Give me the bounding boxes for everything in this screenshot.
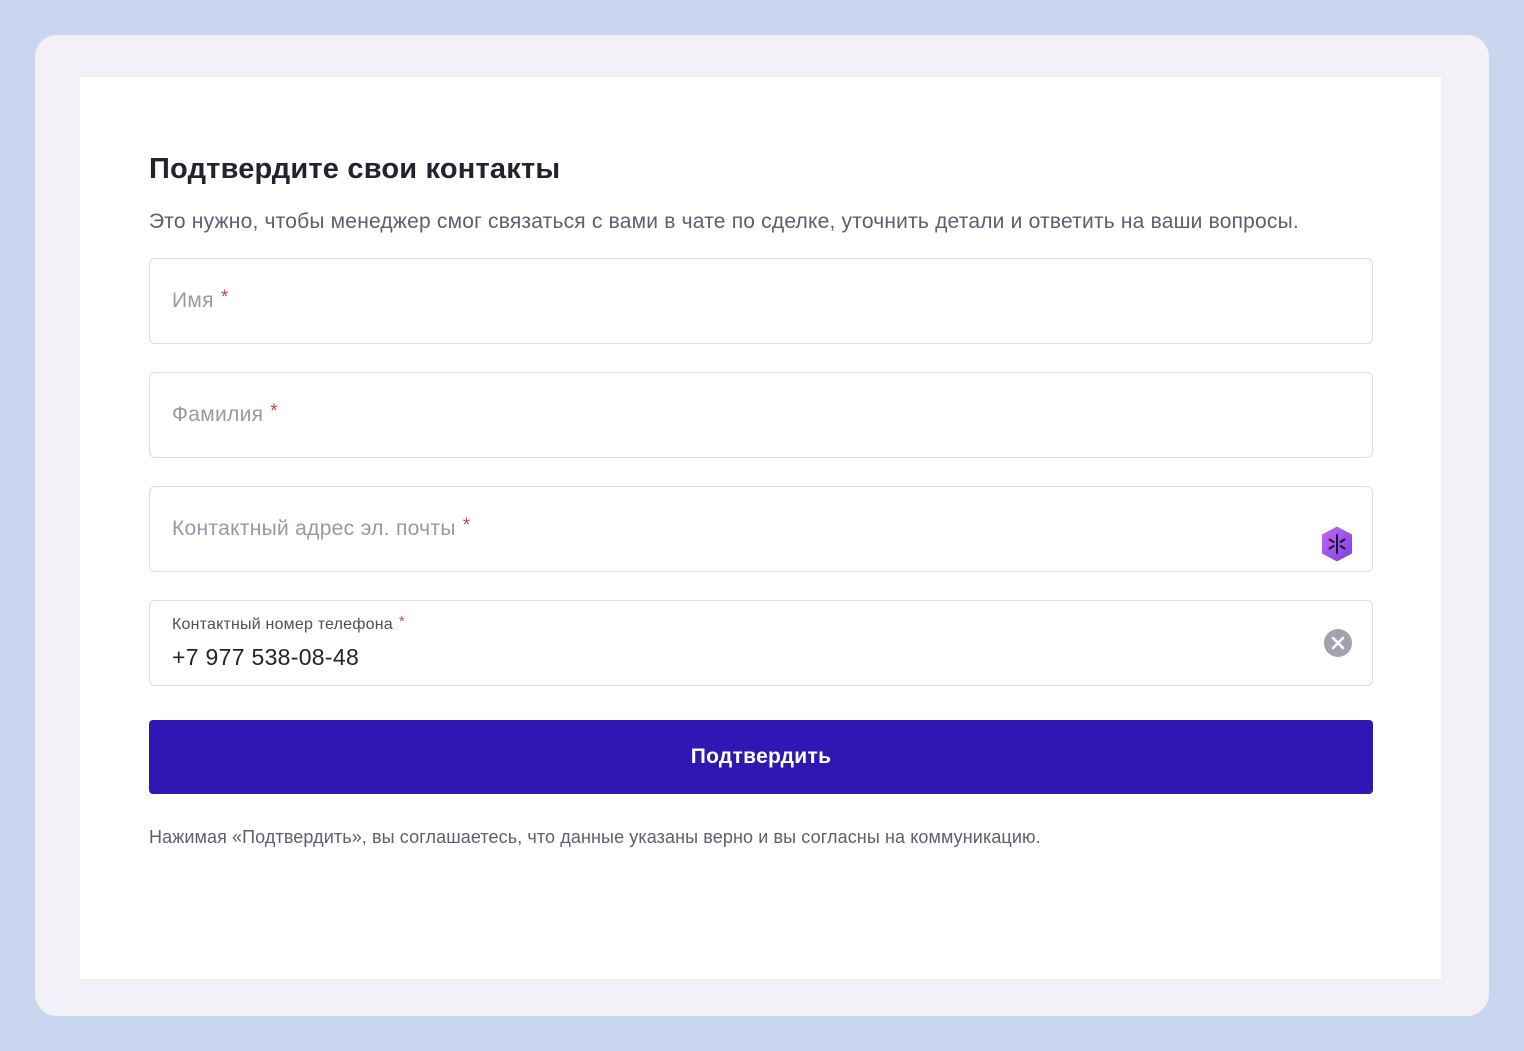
email-field[interactable]: Контактный адрес эл. почты * xyxy=(149,486,1373,572)
first-name-field[interactable]: Имя * xyxy=(149,258,1373,344)
required-mark: * xyxy=(462,515,471,536)
last-name-placeholder-text: Фамилия xyxy=(172,403,264,426)
form-fields: Имя * Фамилия * Контактный адрес эл. почты… xyxy=(149,258,1373,686)
last-name-placeholder: Фамилия * xyxy=(172,400,278,431)
phone-label-text: Контактный номер телефона xyxy=(172,616,393,633)
required-mark: * xyxy=(270,401,278,422)
required-mark: * xyxy=(398,613,405,630)
sparkle-extension-icon-graphic xyxy=(1322,526,1352,562)
sparkle-extension-icon[interactable] xyxy=(1318,525,1356,563)
contacts-card: Подтвердите свои контакты Это нужно, что… xyxy=(80,77,1441,979)
first-name-placeholder: Имя * xyxy=(172,286,229,317)
outer-frame: Подтвердите свои контакты Это нужно, что… xyxy=(35,35,1489,1016)
consent-disclaimer: Нажимая «Подтвердить», вы соглашаетесь, … xyxy=(149,827,1041,847)
phone-field[interactable]: Контактный номер телефона * +7 977 538-08… xyxy=(149,600,1373,686)
email-placeholder-text: Контактный адрес эл. почты xyxy=(172,517,456,540)
submit-button[interactable]: Подтвердить xyxy=(149,720,1373,794)
phone-value[interactable]: +7 977 538-08-48 xyxy=(172,641,359,673)
last-name-field[interactable]: Фамилия * xyxy=(149,372,1373,458)
clear-icon-graphic xyxy=(1331,636,1345,650)
form-subtitle: Это нужно, чтобы менеджер смог связаться… xyxy=(149,210,1299,233)
first-name-placeholder-text: Имя xyxy=(172,289,214,312)
required-mark: * xyxy=(220,287,229,308)
email-placeholder: Контактный адрес эл. почты * xyxy=(172,514,470,545)
contacts-form: Подтвердите свои контакты Это нужно, что… xyxy=(149,147,1373,850)
clear-icon[interactable] xyxy=(1324,629,1352,657)
phone-label: Контактный номер телефона * xyxy=(172,613,405,636)
form-title: Подтвердите свои контакты xyxy=(149,153,561,185)
